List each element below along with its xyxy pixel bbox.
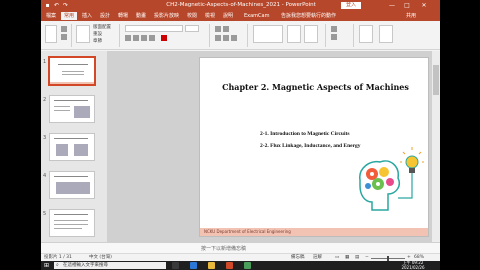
brain-head-icon xyxy=(359,160,400,211)
arrange-button[interactable] xyxy=(287,25,301,43)
bold-icon[interactable] xyxy=(125,35,131,41)
font-name-field[interactable] xyxy=(125,25,183,32)
minimize-button[interactable]: — xyxy=(386,1,398,10)
app-taskbar-icon[interactable] xyxy=(244,262,251,269)
italic-icon[interactable] xyxy=(133,35,139,41)
slide-number: 2 xyxy=(43,97,47,103)
slide-number: 5 xyxy=(43,211,47,217)
slide-footer: NCKU Department of Electrical Engineerin… xyxy=(200,228,428,236)
strikethrough-icon[interactable] xyxy=(149,35,155,41)
scrollbar-thumb[interactable] xyxy=(433,65,439,95)
align-left-icon[interactable] xyxy=(215,35,221,41)
align-right-icon[interactable] xyxy=(231,35,237,41)
footer-text: NCKU Department of Electrical Engineerin… xyxy=(204,229,291,234)
quick-styles-button[interactable] xyxy=(304,25,318,43)
search-placeholder: 在這裡輸入文字來搜尋 xyxy=(63,263,108,268)
new-slide-button[interactable] xyxy=(76,25,90,43)
slide-thumbnail-5[interactable] xyxy=(49,209,95,237)
windows-start-icon[interactable]: ⊞ xyxy=(44,263,50,269)
search-icon: ⌕ xyxy=(56,262,59,268)
tab-examcam[interactable]: ExamCam xyxy=(244,12,269,20)
lightbulb-icon xyxy=(398,147,424,199)
current-slide[interactable]: Chapter 2. Magnetic Aspects of Machines … xyxy=(199,57,429,237)
task-view-icon[interactable] xyxy=(172,262,179,269)
numbering-icon[interactable] xyxy=(223,26,229,32)
slide-thumbnail-3[interactable] xyxy=(49,133,95,161)
find-icon[interactable] xyxy=(331,26,337,32)
slide-thumbnail-1[interactable] xyxy=(49,57,95,85)
designer-button[interactable] xyxy=(379,25,393,43)
save-icon[interactable]: ▪ xyxy=(44,2,51,9)
close-button[interactable]: ✕ xyxy=(418,1,430,10)
tab-view[interactable]: 檢視 xyxy=(205,12,215,20)
maximize-button[interactable]: □ xyxy=(401,1,413,10)
taskbar-search-box[interactable]: ⌕ 在這裡輸入文字來搜尋 xyxy=(54,262,166,269)
font-color-icon[interactable] xyxy=(161,35,167,41)
section-button[interactable]: 章節 xyxy=(93,38,102,44)
windows-taskbar: ⊞ ⌕ 在這裡輸入文字來搜尋 上午 09:22 2021/02/26 xyxy=(41,260,440,270)
cut-icon[interactable] xyxy=(61,26,67,32)
bullet-item[interactable]: 2-1. Introduction to Magnetic Circuits xyxy=(260,131,349,137)
title-bar: ▪ ↶ ↷ CH2-Magnetic-Aspects-of-Machines_2… xyxy=(41,0,440,11)
file-explorer-icon[interactable] xyxy=(208,262,215,269)
underline-icon[interactable] xyxy=(141,35,147,41)
ribbon-tabs: 檔案 常用 插入 設計 轉場 動畫 投影片放映 校閱 檢視 說明 ExamCam… xyxy=(41,11,440,21)
dictate-button[interactable] xyxy=(359,25,373,43)
replace-icon[interactable] xyxy=(331,34,337,40)
shapes-gallery[interactable] xyxy=(253,25,283,43)
clock-date: 2021/02/26 xyxy=(401,264,425,270)
sign-in-button[interactable]: 登入 xyxy=(341,2,361,9)
redo-icon[interactable]: ↷ xyxy=(62,2,69,9)
share-button[interactable]: 共用 xyxy=(406,12,416,20)
ribbon-home: 版面配置 重設 章節 xyxy=(41,21,440,50)
tab-slideshow[interactable]: 投影片放映 xyxy=(154,12,179,20)
slide-number: 4 xyxy=(43,173,47,179)
edge-icon[interactable] xyxy=(190,262,197,269)
slide-thumbnails-pane: 1 2 3 4 5 xyxy=(41,51,107,242)
layout-button[interactable]: 版面配置 xyxy=(93,24,111,30)
bullet-item[interactable]: 2-2. Flux Linkage, Inductance, and Energ… xyxy=(260,143,361,149)
font-size-field[interactable] xyxy=(185,25,199,32)
status-bar: 投影片 1 / 31 中文 (台灣) 備忘稿 註解 ▭ ▦ ▤ − + 68% xyxy=(41,253,440,261)
tab-insert[interactable]: 插入 xyxy=(82,12,92,20)
vertical-scrollbar[interactable] xyxy=(432,51,440,242)
brain-idea-illustration xyxy=(359,147,424,211)
tell-me-search[interactable]: 告訴我您想要執行的動作 xyxy=(281,12,336,20)
tab-design[interactable]: 設計 xyxy=(100,12,110,20)
document-title: CH2-Magnetic-Aspects-of-Machines_2021 - … xyxy=(166,2,316,8)
tab-animations[interactable]: 動畫 xyxy=(136,12,146,20)
tab-transitions[interactable]: 轉場 xyxy=(118,12,128,20)
slide-number: 1 xyxy=(43,59,47,65)
system-clock[interactable]: 上午 09:22 2021/02/26 xyxy=(398,260,428,270)
bullets-icon[interactable] xyxy=(215,26,221,32)
notes-pane[interactable]: 按一下以新增備忘稿 xyxy=(41,242,440,253)
slide-thumbnail-4[interactable] xyxy=(49,171,95,199)
reset-button[interactable]: 重設 xyxy=(93,31,102,37)
tab-help[interactable]: 說明 xyxy=(223,12,233,20)
undo-icon[interactable]: ↶ xyxy=(53,2,60,9)
slide-thumbnail-2[interactable] xyxy=(49,95,95,123)
slide-title[interactable]: Chapter 2. Magnetic Aspects of Machines xyxy=(218,82,413,92)
paste-button[interactable] xyxy=(45,25,57,43)
powerpoint-taskbar-icon[interactable] xyxy=(226,262,233,269)
powerpoint-window: ▪ ↶ ↷ CH2-Magnetic-Aspects-of-Machines_2… xyxy=(41,0,440,270)
slide-number: 3 xyxy=(43,135,47,141)
align-center-icon[interactable] xyxy=(223,35,229,41)
slide-editor: Chapter 2. Magnetic Aspects of Machines … xyxy=(107,51,440,242)
tab-file[interactable]: 檔案 xyxy=(46,12,56,20)
notes-placeholder: 按一下以新增備忘稿 xyxy=(201,246,247,252)
tab-review[interactable]: 校閱 xyxy=(187,12,197,20)
copy-icon[interactable] xyxy=(61,34,67,40)
tab-home[interactable]: 常用 xyxy=(61,12,78,20)
